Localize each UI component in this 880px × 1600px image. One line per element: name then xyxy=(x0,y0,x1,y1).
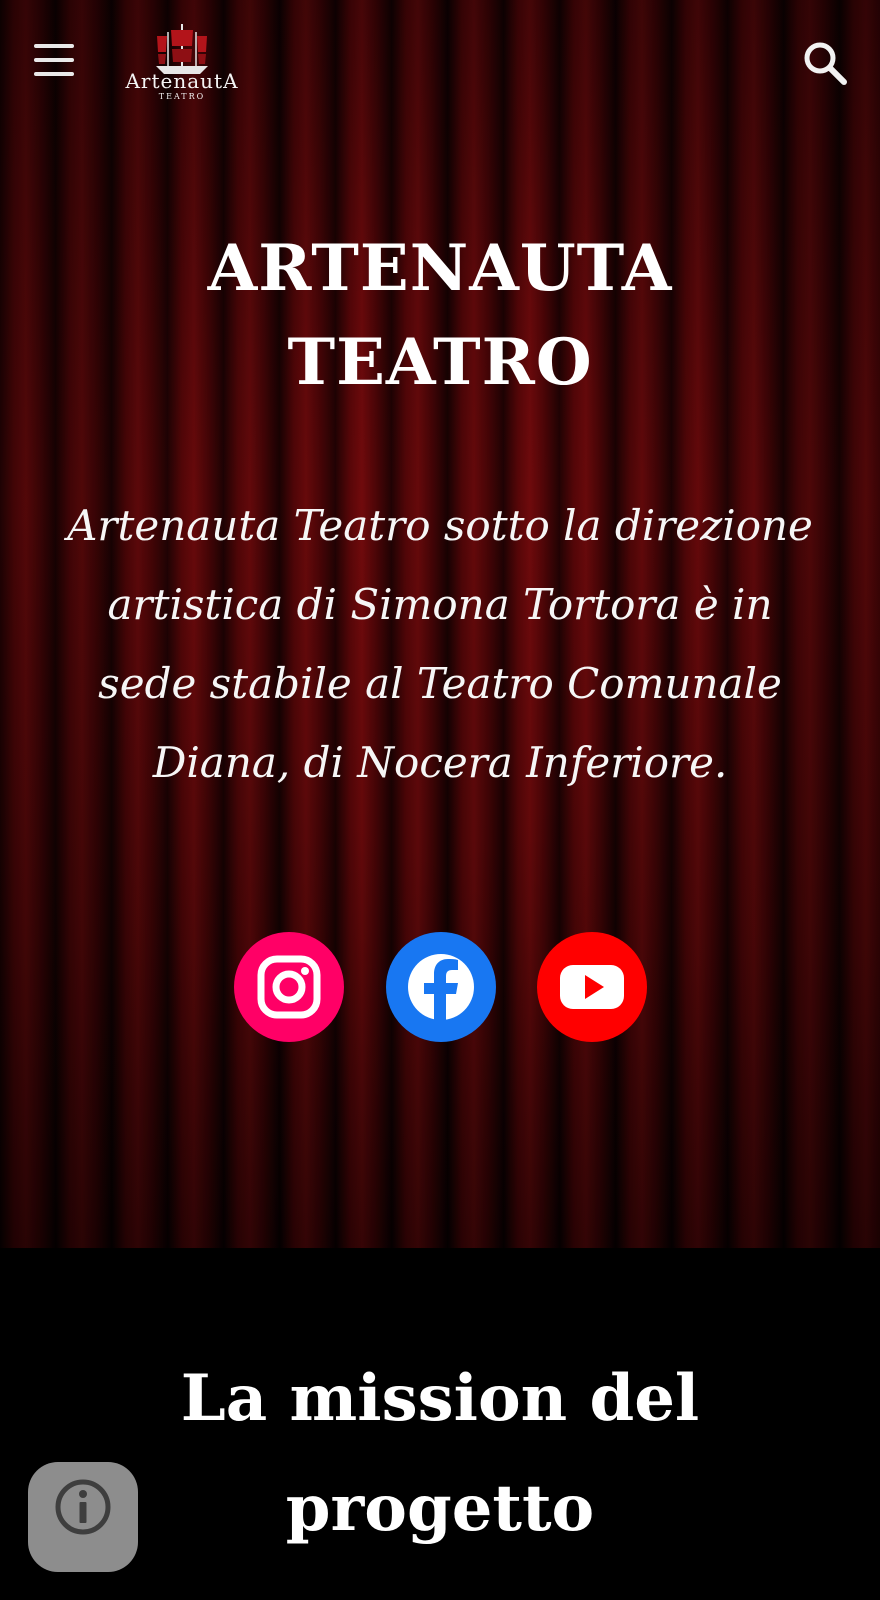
page: ArtenautA TEATRO ARTENAUTA TEATRO Artena… xyxy=(0,0,880,1600)
hero-title: ARTENAUTA TEATRO xyxy=(207,231,673,400)
info-icon xyxy=(55,1479,111,1535)
hamburger-menu-icon-bar xyxy=(34,72,74,76)
logo-name: ArtenautA xyxy=(125,69,239,93)
search-button[interactable] xyxy=(800,38,850,88)
mission-title: La mission del progetto xyxy=(180,1361,700,1546)
info-button[interactable] xyxy=(28,1462,138,1572)
top-bar: ArtenautA TEATRO xyxy=(0,0,880,120)
logo-subtitle: TEATRO xyxy=(158,92,206,101)
logo[interactable]: ArtenautA TEATRO xyxy=(112,22,252,110)
youtube-link[interactable] xyxy=(537,932,647,1042)
ship-logo-icon xyxy=(156,24,208,74)
facebook-link[interactable] xyxy=(386,932,496,1042)
youtube-icon xyxy=(560,965,624,1009)
search-icon xyxy=(804,42,847,85)
instagram-link[interactable] xyxy=(234,932,344,1042)
menu-button[interactable] xyxy=(30,42,76,78)
hero-description: Artenauta Teatro sotto la direzione arti… xyxy=(67,501,813,787)
social-links xyxy=(0,932,880,1042)
hamburger-menu-icon-bar xyxy=(34,58,74,62)
instagram-icon xyxy=(257,955,321,1019)
hamburger-menu-icon xyxy=(34,44,74,48)
facebook-icon xyxy=(408,954,474,1024)
